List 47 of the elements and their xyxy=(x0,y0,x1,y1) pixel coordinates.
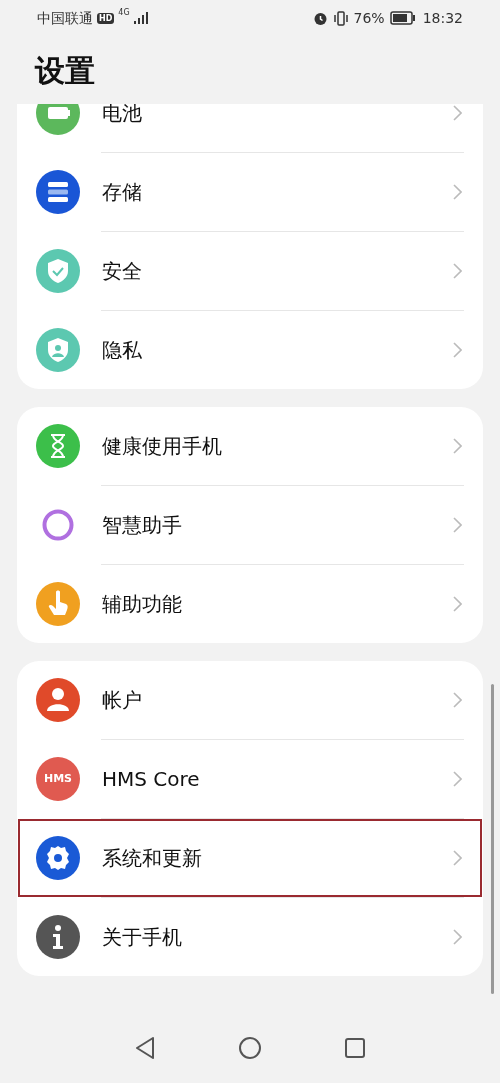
chevron-icon xyxy=(453,517,462,533)
settings-row[interactable]: 系统和更新 xyxy=(18,819,482,897)
network-label: 4G xyxy=(118,8,130,17)
chevron-icon xyxy=(453,342,462,358)
settings-row[interactable]: HMS HMS Core xyxy=(18,740,482,818)
row-label: HMS Core xyxy=(102,766,201,793)
row-label: 电池 xyxy=(102,104,143,127)
settings-row[interactable]: 辅助功能 xyxy=(18,565,482,643)
settings-row[interactable]: 健康使用手机 xyxy=(18,407,482,485)
row-label: 辅助功能 xyxy=(102,591,183,618)
chevron-icon xyxy=(453,771,462,787)
settings-row[interactable]: 帐户 xyxy=(18,661,482,739)
settings-row[interactable]: 存储 xyxy=(18,153,482,231)
row-label: 系统和更新 xyxy=(102,845,203,872)
chevron-icon xyxy=(453,850,462,866)
hd-badge: HD xyxy=(97,12,115,24)
chevron-icon xyxy=(453,596,462,612)
chevron-icon xyxy=(453,184,462,200)
back-icon[interactable] xyxy=(134,1036,156,1060)
row-label: 关于手机 xyxy=(102,924,183,951)
recents-icon[interactable] xyxy=(344,1037,366,1059)
settings-row[interactable]: 安全 xyxy=(18,232,482,310)
row-label: 存储 xyxy=(102,179,143,206)
signal-icon xyxy=(133,12,148,24)
battery-percent: 76% xyxy=(353,8,385,28)
carrier-name: 中国联通 xyxy=(37,8,93,28)
alarm-icon xyxy=(312,10,328,26)
hms-logo-icon: HMS xyxy=(36,757,80,801)
page-title: 设置 xyxy=(35,51,95,90)
settings-row[interactable]: 智慧助手 xyxy=(18,486,482,564)
chevron-icon xyxy=(453,105,462,121)
chevron-icon xyxy=(453,929,462,945)
chevron-icon xyxy=(453,263,462,279)
row-label: 安全 xyxy=(102,258,143,285)
battery-icon xyxy=(389,11,416,25)
home-icon[interactable] xyxy=(238,1036,262,1060)
row-label: 隐私 xyxy=(102,337,143,364)
settings-row[interactable]: 关于手机 xyxy=(18,898,482,976)
settings-row[interactable]: 电池 xyxy=(18,104,482,152)
chevron-icon xyxy=(453,438,462,454)
chevron-icon xyxy=(453,692,462,708)
vibrate-icon xyxy=(332,10,349,26)
row-label: 帐户 xyxy=(102,687,143,714)
clock-time: 18:32 xyxy=(422,8,463,28)
row-label: 智慧助手 xyxy=(102,512,183,539)
row-label: 健康使用手机 xyxy=(102,433,223,460)
settings-row[interactable]: 隐私 xyxy=(18,311,482,389)
